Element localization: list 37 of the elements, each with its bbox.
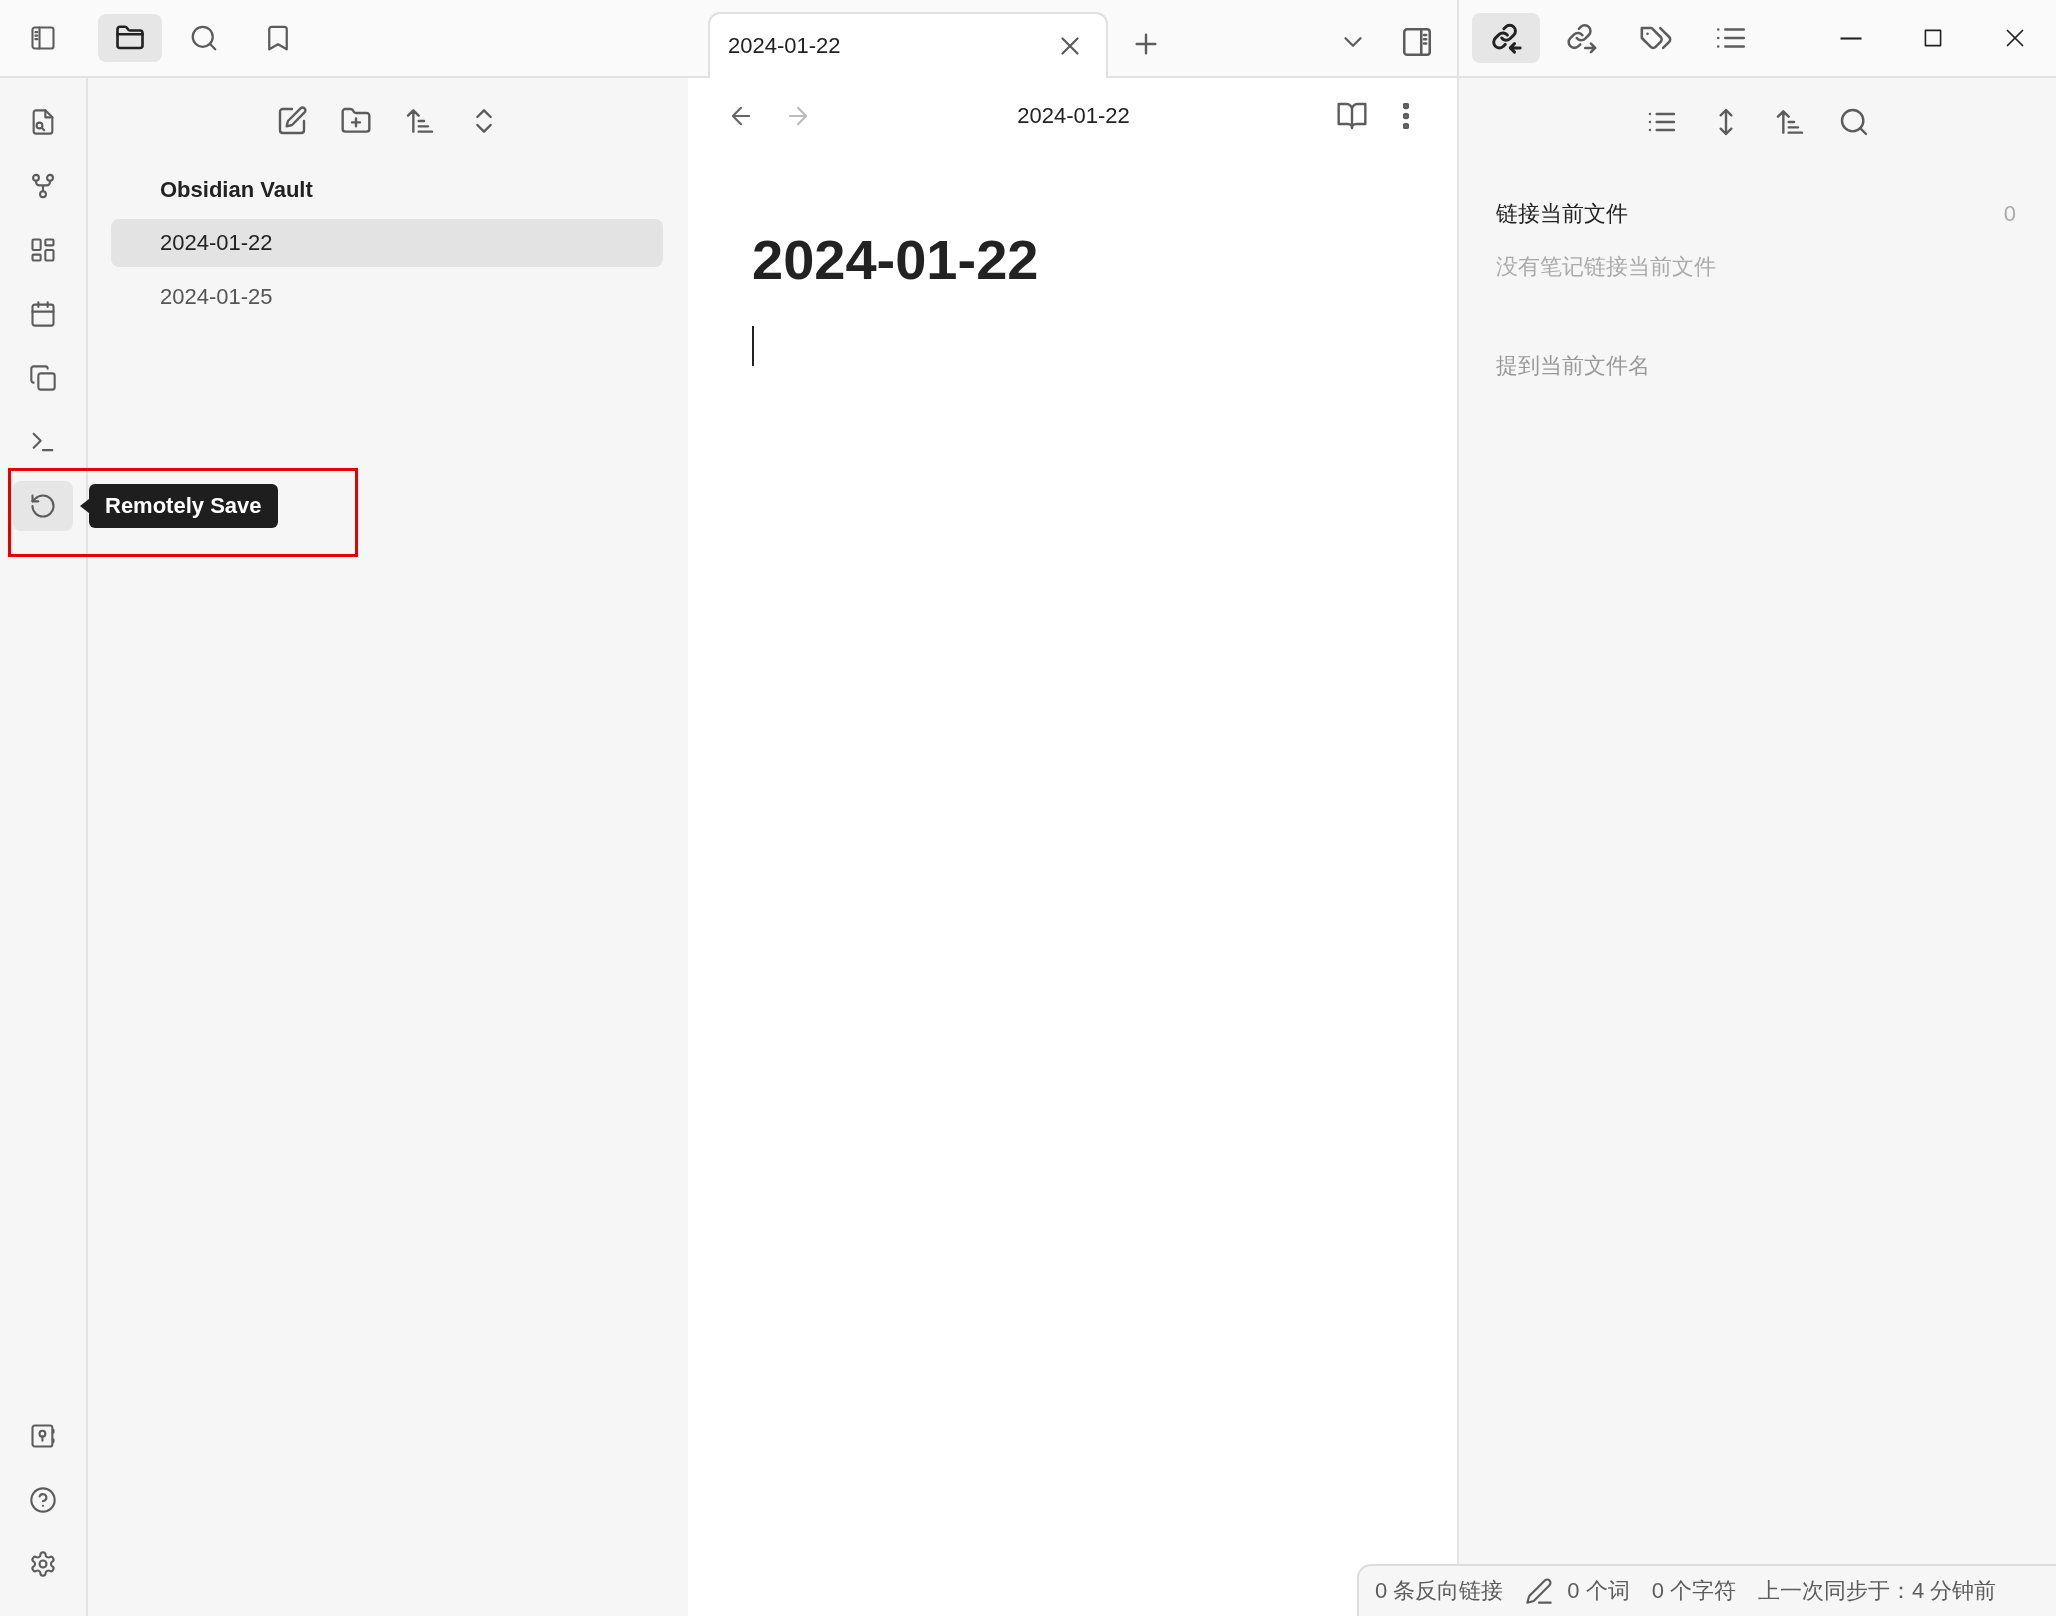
linked-mentions-heading[interactable]: 链接当前文件	[1496, 194, 1628, 234]
file-item[interactable]: 2024-01-25	[111, 273, 663, 321]
pencil-icon	[1525, 1577, 1554, 1605]
help-icon	[29, 1486, 57, 1514]
settings-icon	[29, 1550, 57, 1578]
backlinks-tab[interactable]	[1472, 13, 1540, 63]
vault-icon	[29, 1422, 57, 1450]
files-tab[interactable]	[98, 14, 162, 62]
character-count: 0 个字符	[1651, 1577, 1737, 1605]
note-title: 2024-01-22	[752, 227, 1040, 293]
search-icon	[189, 23, 219, 53]
minimize-icon	[1838, 36, 1864, 40]
sidebar-icon	[1400, 25, 1434, 59]
pages-icon	[29, 364, 57, 392]
calendar-icon	[29, 300, 57, 328]
vault-name: Obsidian Vault	[159, 176, 314, 204]
file-item[interactable]: 2024-01-22	[111, 219, 663, 267]
tooltip: Remotely Save	[80, 484, 278, 528]
more-icon	[1403, 103, 1409, 129]
graph-icon	[29, 172, 57, 200]
breadcrumb-title: 2024-01-22	[1016, 103, 1131, 129]
empty-message: 没有笔记链接当前文件	[1496, 253, 1717, 281]
book-icon	[1336, 100, 1368, 132]
sync-status: 上一次同步于：4 分钟前	[1758, 1577, 1997, 1605]
note-tab[interactable]: 2024-01-22	[708, 12, 1108, 78]
edit-icon	[276, 105, 308, 137]
backlinks-count: 0 条反向链接	[1375, 1577, 1504, 1605]
sidebar-icon	[29, 24, 57, 52]
linked-count: 0	[2003, 200, 2016, 228]
grid-icon	[29, 236, 57, 264]
history-icon	[29, 492, 57, 520]
link-out-icon	[1564, 21, 1598, 55]
word-count: 0 个词	[1567, 1577, 1630, 1605]
text-cursor	[752, 326, 754, 366]
tab-title: 2024-01-22	[728, 33, 841, 59]
link-in-icon	[1489, 21, 1523, 55]
ribbon-button[interactable]	[13, 481, 73, 531]
